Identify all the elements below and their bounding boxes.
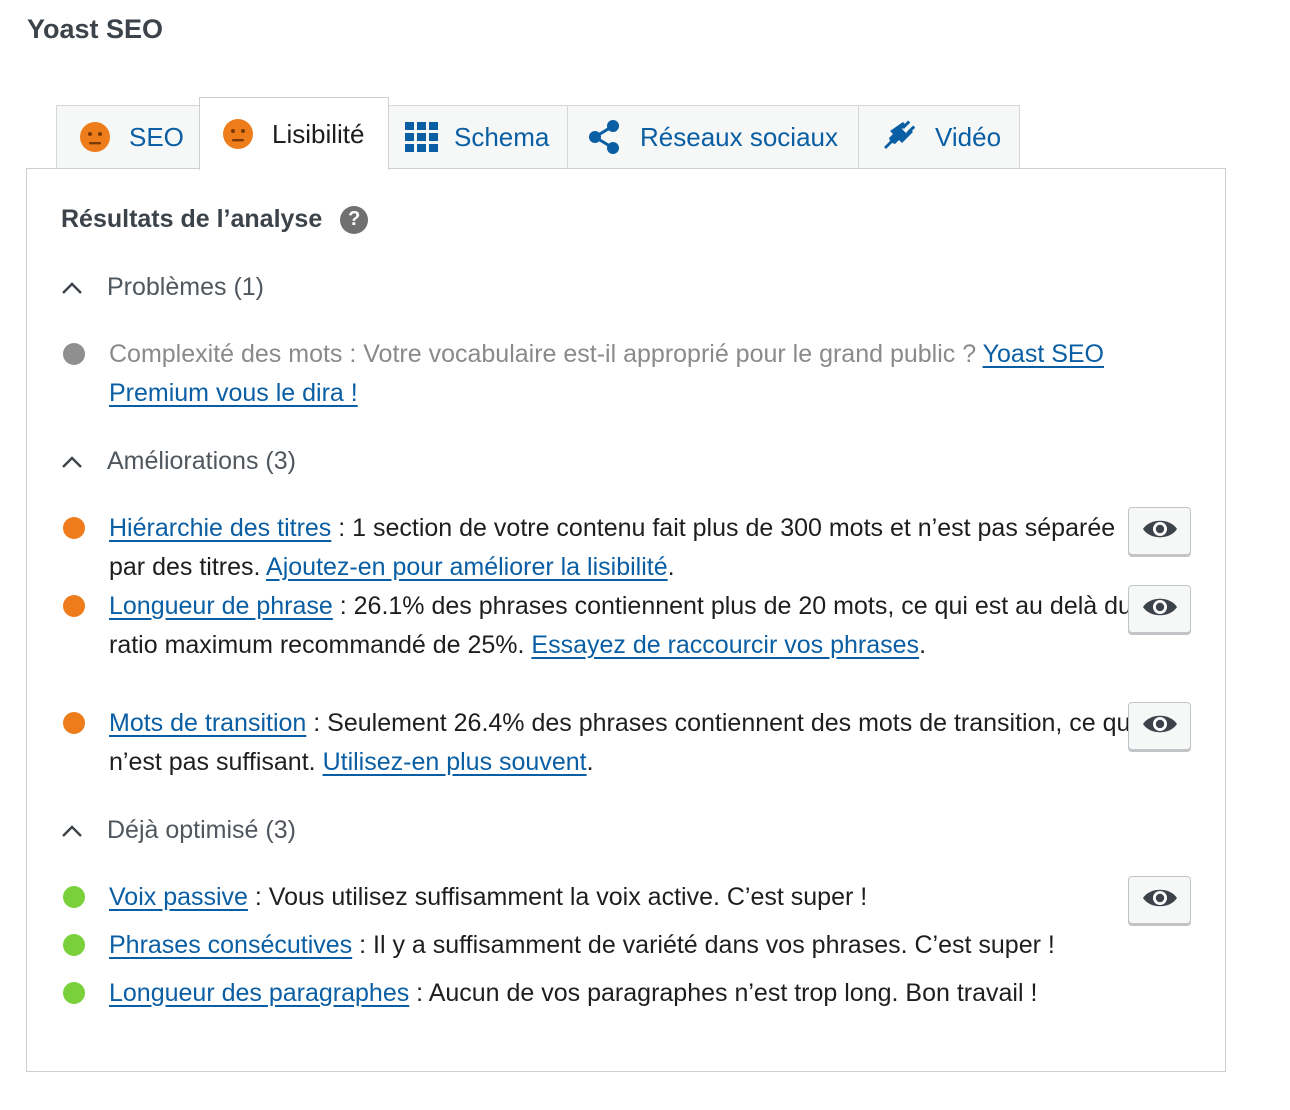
assessment-link[interactable]: Voix passive bbox=[109, 883, 248, 911]
result-phrases-consecutives: Phrases consécutives : Il y a suffisamme… bbox=[61, 926, 1201, 965]
group-toggle-good[interactable]: Déjà optimisé (3) bbox=[61, 816, 296, 845]
result-longueur-des-paragraphes: Longueur des paragraphes : Aucun de vos … bbox=[61, 974, 1201, 1013]
advice-link[interactable]: Essayez de raccourcir vos phrases bbox=[531, 631, 919, 659]
highlight-button-titres[interactable] bbox=[1128, 507, 1191, 555]
chevron-up-icon bbox=[61, 455, 83, 469]
assessment-link[interactable]: Mots de transition bbox=[109, 709, 306, 737]
grid-icon bbox=[405, 122, 438, 152]
highlight-button-phrase[interactable] bbox=[1128, 585, 1191, 633]
analysis-panel: Résultats de l’analyse ? Problèmes (1) C… bbox=[26, 168, 1226, 1072]
group-label: Problèmes (1) bbox=[107, 273, 264, 301]
tab-label: Vidéo bbox=[935, 121, 1002, 152]
advice-link[interactable]: Ajoutez-en pour améliorer la lisibilité bbox=[266, 553, 668, 581]
group-label: Déjà optimisé (3) bbox=[107, 816, 296, 844]
chevron-up-icon bbox=[61, 281, 83, 295]
group-label: Améliorations (3) bbox=[107, 447, 296, 475]
tab-video[interactable]: Vidéo bbox=[858, 105, 1020, 168]
eye-icon bbox=[1142, 596, 1178, 623]
result-text: Mots de transition : Seulement 26.4% des… bbox=[109, 709, 1136, 776]
tab-seo[interactable]: SEO bbox=[56, 105, 201, 168]
highlight-button-voix-passive[interactable] bbox=[1128, 876, 1191, 924]
help-icon[interactable]: ? bbox=[340, 205, 369, 234]
video-plug-icon bbox=[881, 120, 915, 154]
chevron-up-icon bbox=[61, 824, 83, 838]
tab-label: Lisibilité bbox=[272, 118, 365, 149]
result-complexite-des-mots: Complexité des mots : Votre vocabulaire … bbox=[61, 335, 1146, 413]
status-bullet-orange bbox=[63, 595, 85, 617]
result-text: Voix passive : Vous utilisez suffisammen… bbox=[109, 883, 868, 911]
assessment-link[interactable]: Hiérarchie des titres bbox=[109, 514, 331, 542]
group-toggle-problems[interactable]: Problèmes (1) bbox=[61, 273, 264, 302]
result-hierarchie-des-titres: Hiérarchie des titres : 1 section de vot… bbox=[61, 509, 1146, 587]
result-longueur-de-phrase: Longueur de phrase : 26.1% des phrases c… bbox=[61, 587, 1146, 665]
tab-label: Réseaux sociaux bbox=[640, 121, 838, 152]
result-text: Longueur de phrase : 26.1% des phrases c… bbox=[109, 592, 1132, 659]
eye-icon bbox=[1142, 713, 1178, 740]
status-bullet-green bbox=[63, 886, 85, 908]
result-text: Phrases consécutives : Il y a suffisamme… bbox=[109, 931, 1055, 959]
eye-icon bbox=[1142, 518, 1178, 545]
app-title: Yoast SEO bbox=[27, 14, 164, 44]
tab-label: SEO bbox=[129, 121, 184, 152]
analysis-title: Résultats de l’analyse ? bbox=[61, 205, 369, 234]
status-bullet-gray bbox=[63, 343, 85, 365]
status-bullet-green bbox=[63, 934, 85, 956]
advice-link[interactable]: Utilisez-en plus souvent bbox=[323, 748, 587, 776]
status-bullet-orange bbox=[63, 712, 85, 734]
result-text: Hiérarchie des titres : 1 section de vot… bbox=[109, 514, 1116, 581]
tab-lisibilite[interactable]: Lisibilité bbox=[199, 97, 389, 170]
assessment-link[interactable]: Longueur des paragraphes bbox=[109, 979, 409, 1007]
status-bullet-orange bbox=[63, 517, 85, 539]
share-icon bbox=[588, 120, 620, 154]
tab-schema[interactable]: Schema bbox=[387, 105, 569, 168]
result-mots-de-transition: Mots de transition : Seulement 26.4% des… bbox=[61, 704, 1146, 782]
result-voix-passive: Voix passive : Vous utilisez suffisammen… bbox=[61, 878, 1146, 917]
neutral-face-icon bbox=[79, 121, 111, 153]
assessment-link[interactable]: Longueur de phrase bbox=[109, 592, 333, 620]
result-text: Complexité des mots : Votre vocabulaire … bbox=[109, 340, 1104, 407]
analysis-title-text: Résultats de l’analyse bbox=[61, 205, 323, 233]
tab-label: Schema bbox=[454, 121, 550, 152]
result-text: Longueur des paragraphes : Aucun de vos … bbox=[109, 979, 1038, 1007]
assessment-link[interactable]: Phrases consécutives bbox=[109, 931, 352, 959]
status-bullet-green bbox=[63, 982, 85, 1004]
tab-reseaux-sociaux[interactable]: Réseaux sociaux bbox=[567, 105, 860, 168]
neutral-face-icon bbox=[222, 118, 254, 150]
highlight-button-transition[interactable] bbox=[1128, 702, 1191, 750]
eye-icon bbox=[1142, 887, 1178, 914]
group-toggle-improvements[interactable]: Améliorations (3) bbox=[61, 447, 296, 476]
